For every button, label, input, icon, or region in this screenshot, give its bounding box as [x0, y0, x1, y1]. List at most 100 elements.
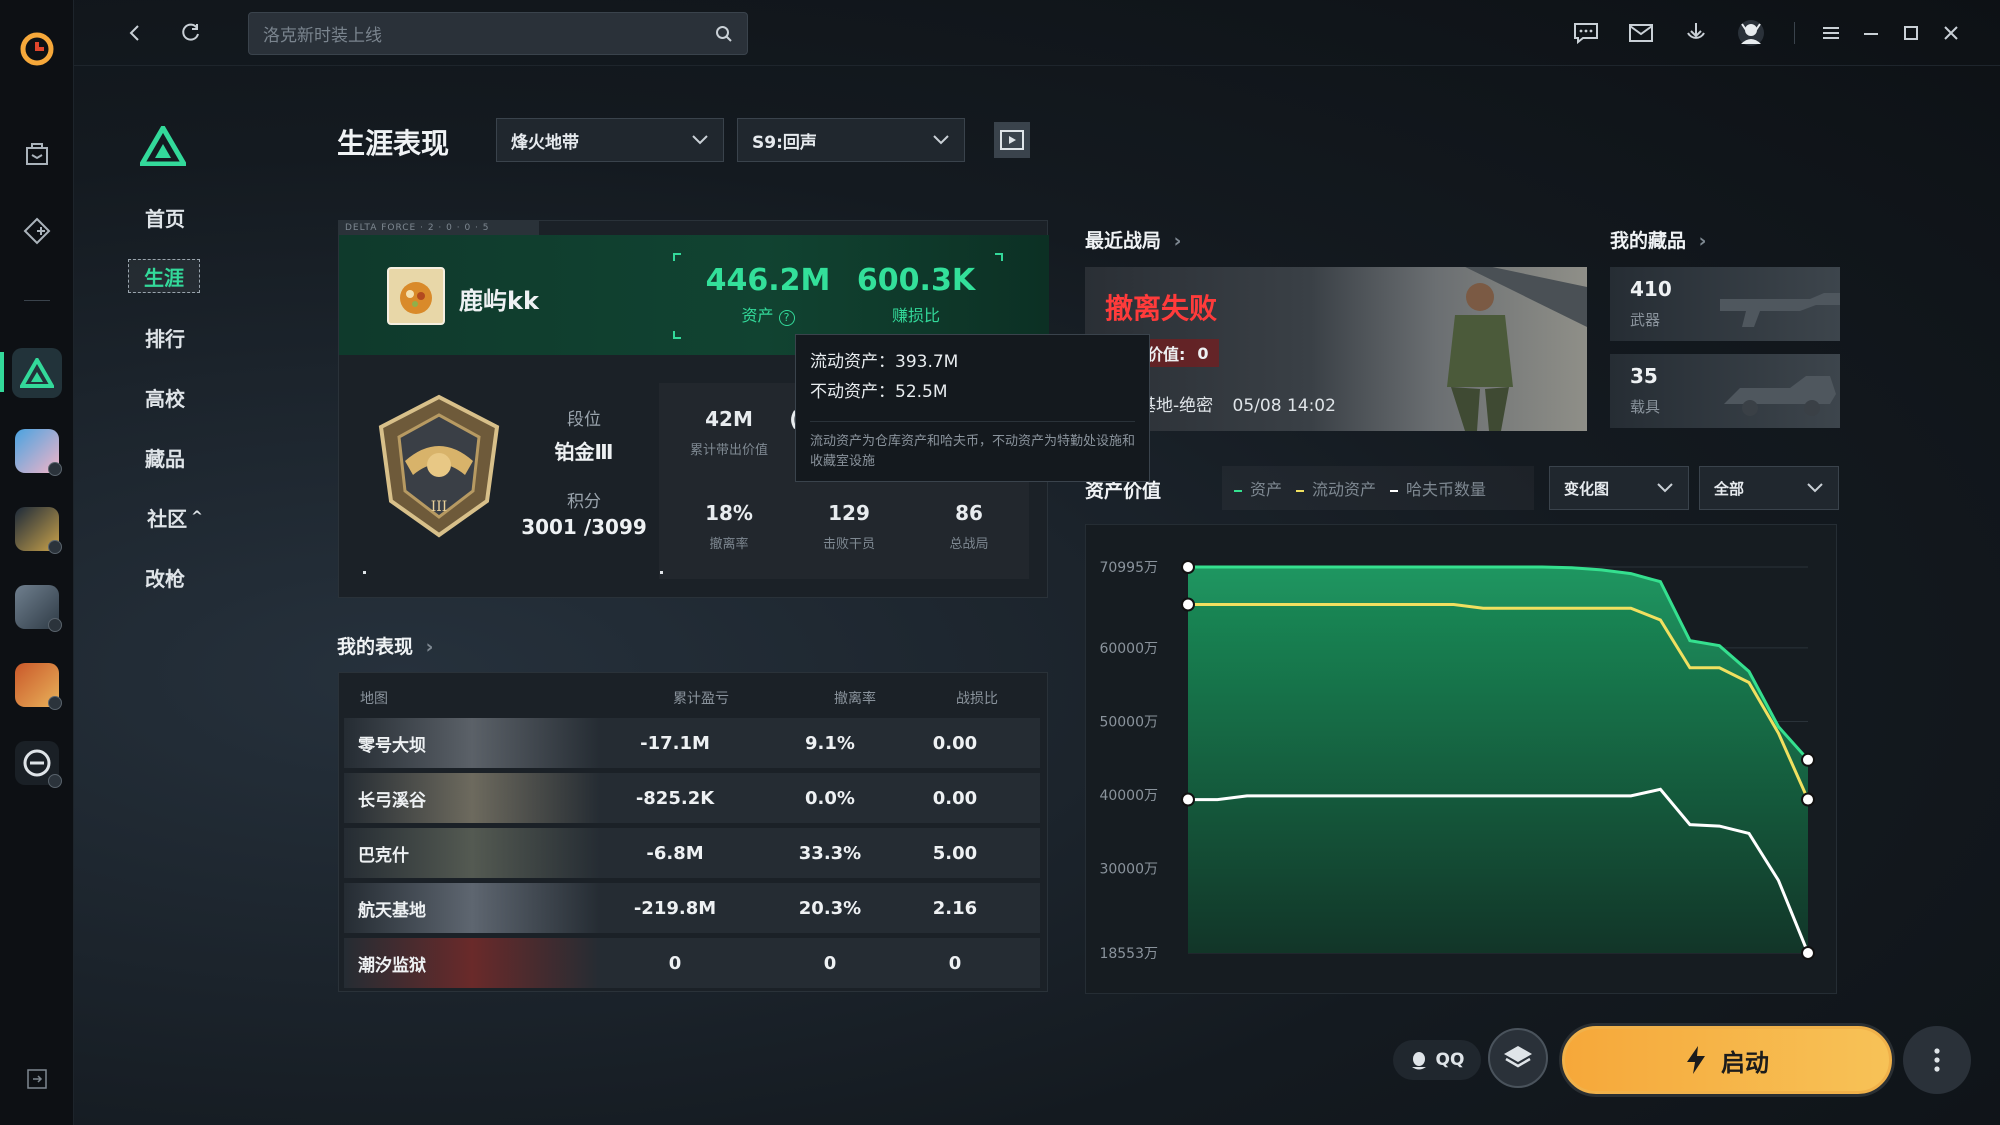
weapons-card[interactable]: 410 武器	[1610, 267, 1840, 341]
card-tag: DELTA FORCE · 2 · 0 · 0 · 5	[339, 221, 539, 235]
y-tick-label: 30000万	[1099, 862, 1158, 878]
stat-extracted-value: 42M 累计带出价值	[669, 407, 789, 458]
rifle-icon	[1720, 293, 1840, 327]
weapons-label: 武器	[1630, 311, 1661, 329]
gamepad-add-icon[interactable]	[12, 206, 62, 256]
legend-item-havcoin[interactable]: 哈夫币数量	[1390, 476, 1486, 500]
close-icon[interactable]	[1934, 16, 1968, 50]
y-tick-label: 60000万	[1099, 641, 1158, 657]
cell-rate: 20.3%	[798, 897, 862, 919]
store-bag-icon[interactable]	[12, 128, 62, 178]
minimize-icon[interactable]	[1854, 16, 1888, 50]
mail-icon[interactable]	[1624, 16, 1658, 50]
table-row[interactable]: 潮汐监狱 0 0 0	[344, 938, 1040, 988]
rank-value: 铂金Ⅲ	[554, 440, 614, 464]
collapse-rail-icon[interactable]	[12, 1054, 62, 1104]
y-axis-ticks: 70995万 60000万 50000万 40000万 30000万 18553万	[1099, 560, 1158, 962]
table-row[interactable]: 巴克什 -6.8M 33.3% 5.00	[344, 828, 1040, 878]
recent-match-title[interactable]: 最近战局 ›	[1085, 226, 1181, 253]
series-point-2	[1801, 946, 1815, 960]
chart-view-label: 变化图	[1564, 479, 1610, 498]
cell-profit: -17.1M	[640, 732, 710, 754]
player-avatar[interactable]	[387, 267, 445, 325]
legend-item-assets[interactable]: 资产	[1234, 476, 1282, 500]
tooltip-fixed-assets: 不动资产：52.5M	[810, 382, 948, 402]
table-row[interactable]: 零号大坝 -17.1M 9.1% 0.00	[344, 718, 1040, 768]
cell-rate: 0	[823, 952, 837, 974]
launch-button[interactable]: 启动	[1562, 1026, 1892, 1094]
nav-item-college[interactable]: 高校	[120, 380, 210, 414]
assets-stat[interactable]: 446.2M 资产 ?	[703, 263, 833, 326]
corner-bracket	[673, 253, 681, 261]
mode-dropdown[interactable]: 烽火地带	[496, 118, 724, 162]
launch-label: 启动	[1721, 1048, 1769, 1077]
rail-game-tile-5[interactable]	[12, 738, 62, 788]
stat-value: 129	[828, 501, 870, 525]
video-replay-icon[interactable]	[994, 122, 1030, 158]
nav-item-gun-mod[interactable]: 改枪	[120, 560, 210, 594]
chat-icon[interactable]	[1569, 16, 1603, 50]
download-badge-icon	[48, 618, 62, 632]
maximize-icon[interactable]	[1894, 16, 1928, 50]
qq-login-button[interactable]: QQ	[1393, 1040, 1481, 1080]
y-tick-label: 40000万	[1099, 788, 1158, 804]
map-name: 巴克什	[358, 845, 409, 866]
app-logo-icon[interactable]	[12, 24, 62, 74]
search-input[interactable]: 洛克新时装上线	[248, 12, 748, 55]
asset-chart[interactable]: 70995万 60000万 50000万 40000万 30000万 18553万	[1086, 525, 1838, 995]
download-manager-icon[interactable]	[1679, 16, 1713, 50]
assets-label: 资产	[741, 306, 774, 325]
search-icon[interactable]	[715, 25, 733, 43]
nav-item-collection[interactable]: 藏品	[120, 440, 210, 474]
season-dropdown[interactable]: S9:回声	[737, 118, 965, 162]
legend-label: 哈夫币数量	[1406, 480, 1487, 499]
qq-label: QQ	[1435, 1050, 1465, 1070]
nav-item-community[interactable]: 社区 ^	[120, 500, 230, 534]
table-header-rate: 撤离率	[834, 691, 876, 707]
collection-title[interactable]: 我的藏品 ›	[1610, 226, 1706, 253]
collection-title-label: 我的藏品	[1610, 230, 1687, 252]
rail-game-tile-1[interactable]	[12, 426, 62, 476]
game-icon-league	[15, 507, 62, 554]
nav-item-career[interactable]: 生涯	[128, 259, 200, 293]
operator-artwork	[1447, 267, 1587, 431]
rail-game-tile-4[interactable]	[12, 660, 62, 710]
nav-item-ranking[interactable]: 排行	[120, 320, 210, 354]
match-result-text: 撤离失败	[1105, 292, 1218, 325]
performance-title[interactable]: 我的表现 ›	[337, 632, 433, 659]
rail-game-delta-force[interactable]	[12, 348, 62, 398]
map-name: 航天基地	[358, 900, 426, 921]
help-icon[interactable]: ?	[778, 310, 795, 326]
refresh-icon[interactable]	[174, 16, 208, 50]
more-options-button[interactable]	[1903, 1026, 1971, 1094]
game-settings-button[interactable]	[1488, 1028, 1548, 1088]
map-cell: 潮汐监狱	[344, 938, 600, 988]
rank-emblem-icon: III	[369, 391, 509, 545]
layers-icon	[1504, 1046, 1532, 1068]
chevron-right-icon: ›	[1698, 230, 1707, 252]
table-row[interactable]: 长弓溪谷 -825.2K 0.0% 0.00	[344, 773, 1040, 823]
legend-item-liquid[interactable]: 流动资产	[1296, 476, 1376, 500]
corner-bracket	[673, 331, 681, 339]
y-tick-label: 50000万	[1099, 715, 1158, 731]
back-arrow-icon[interactable]	[118, 16, 152, 50]
asset-summary: 446.2M 资产 ? 600.3K 赚损比	[673, 253, 1003, 339]
rail-divider	[24, 300, 50, 301]
chart-range-dropdown[interactable]: 全部	[1699, 466, 1839, 510]
nav-item-home[interactable]: 首页	[120, 200, 210, 234]
weapons-count: 410	[1630, 277, 1672, 301]
rail-game-tile-3[interactable]	[12, 582, 62, 632]
cell-kd: 0.00	[932, 787, 978, 809]
recent-match-card[interactable]: 撤离失败 带出价值: 0 航天基地-绝密 05/08 14:02	[1085, 267, 1587, 431]
user-avatar[interactable]	[1734, 16, 1768, 50]
vehicles-card[interactable]: 35 载具	[1610, 354, 1840, 428]
chart-view-dropdown[interactable]: 变化图	[1549, 466, 1689, 510]
points-value: 3001 /3099	[521, 515, 647, 539]
extracted-value: 0	[1197, 343, 1209, 363]
map-name: 潮汐监狱	[358, 955, 426, 976]
recent-match-title-label: 最近战局	[1085, 230, 1162, 252]
chevron-down-icon	[933, 135, 949, 145]
menu-icon[interactable]	[1814, 16, 1848, 50]
rail-game-tile-2[interactable]	[12, 504, 62, 554]
table-row[interactable]: 航天基地 -219.8M 20.3% 2.16	[344, 883, 1040, 933]
